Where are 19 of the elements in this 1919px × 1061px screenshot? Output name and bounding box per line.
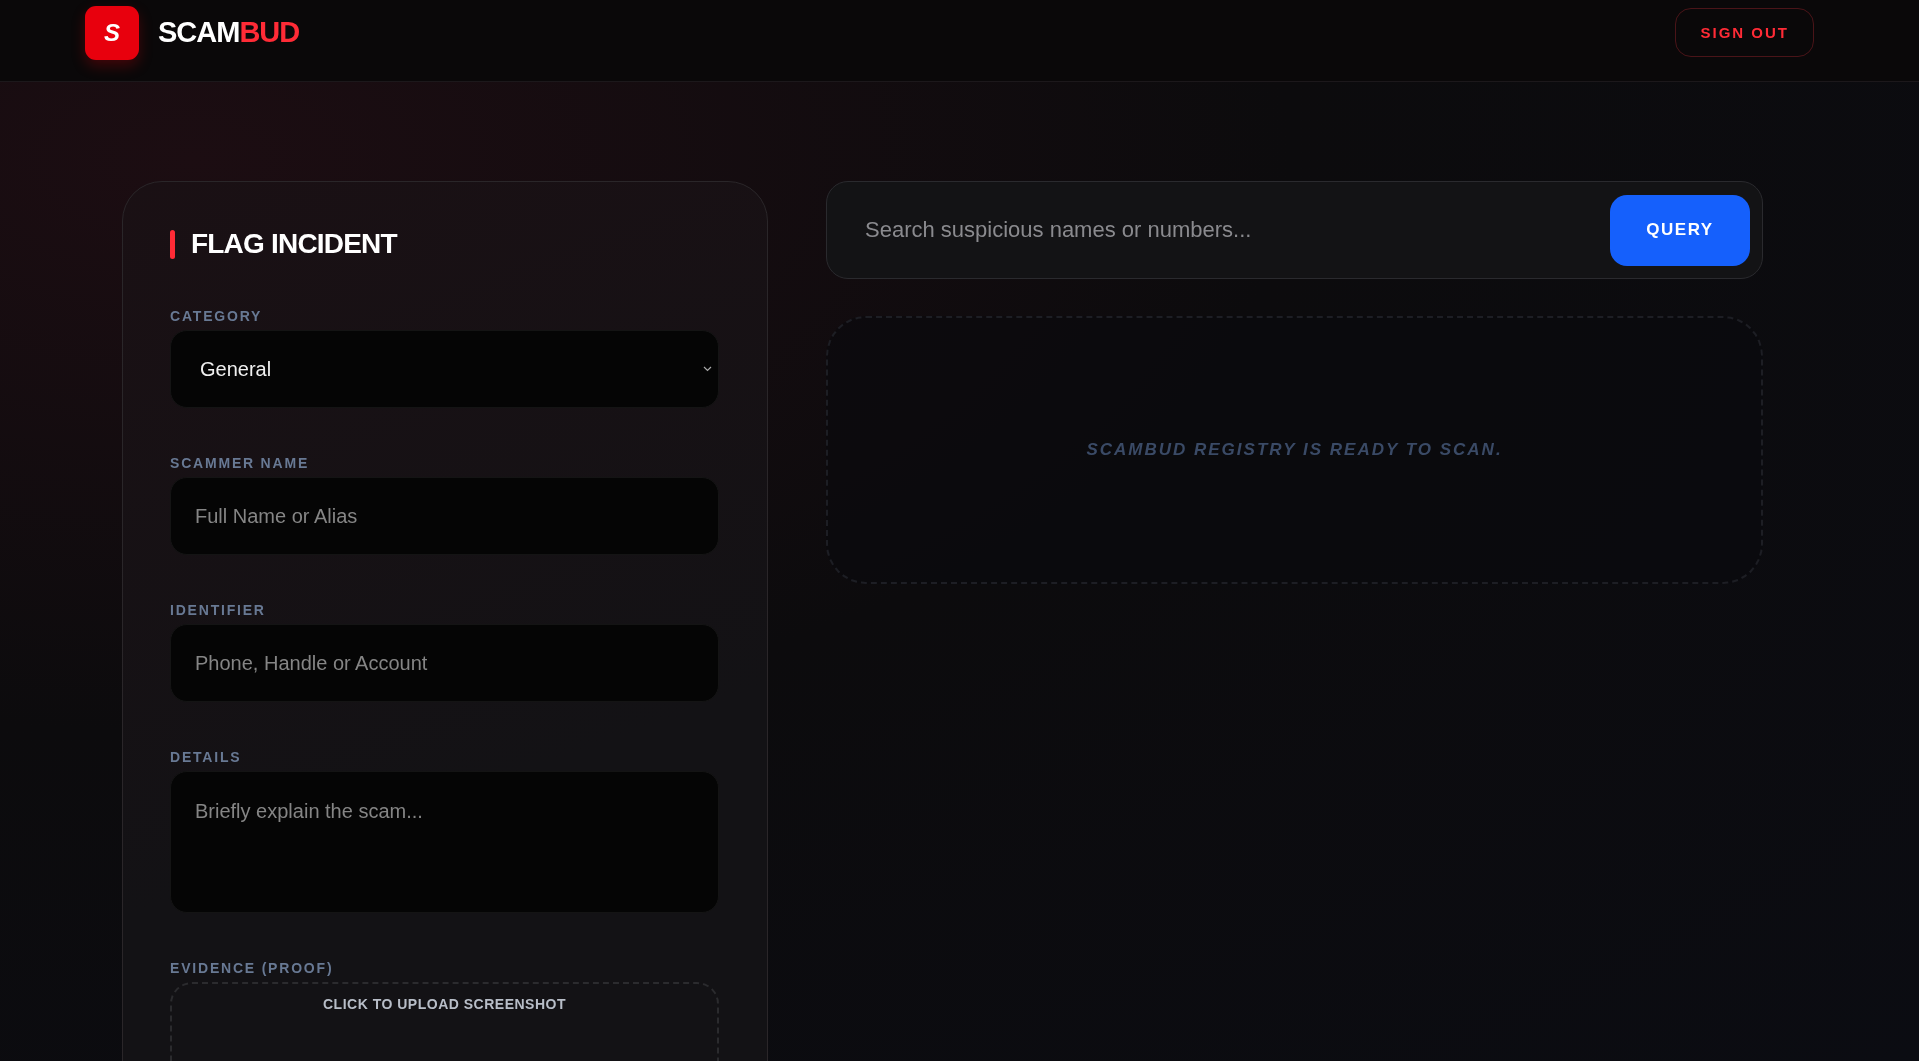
- logo-icon: S: [85, 5, 139, 60]
- field-label: CATEGORY: [170, 308, 264, 324]
- input-field[interactable]: Phone, Handle or Account: [170, 624, 719, 702]
- chevron-down-icon: [703, 366, 712, 372]
- sign-out-button[interactable]: SIGN OUT: [1675, 8, 1814, 57]
- field-label: IDENTIFIER: [170, 602, 267, 618]
- category-select[interactable]: General: [170, 330, 719, 408]
- query-button[interactable]: QUERY: [1610, 194, 1750, 266]
- details-field[interactable]: Briefly explain the scam...: [170, 771, 719, 913]
- field-label: SCAMMER NAME: [170, 455, 311, 471]
- status-message: SCAMBUD REGISTRY IS READY TO SCAN.: [1086, 440, 1503, 461]
- upload-area[interactable]: CLICK TO UPLOAD SCREENSHOT: [170, 982, 719, 1061]
- accent-bar: [170, 229, 175, 259]
- brand-name: SCAMBUD: [158, 16, 300, 49]
- card-title: FLAG INCIDENT: [191, 228, 397, 260]
- field-label: DETAILS: [170, 749, 243, 765]
- field-label: EVIDENCE (PROOF): [170, 960, 335, 976]
- input-field[interactable]: Full Name or Alias: [170, 477, 719, 555]
- search-field[interactable]: Search suspicious names or numbers...: [863, 216, 1600, 244]
